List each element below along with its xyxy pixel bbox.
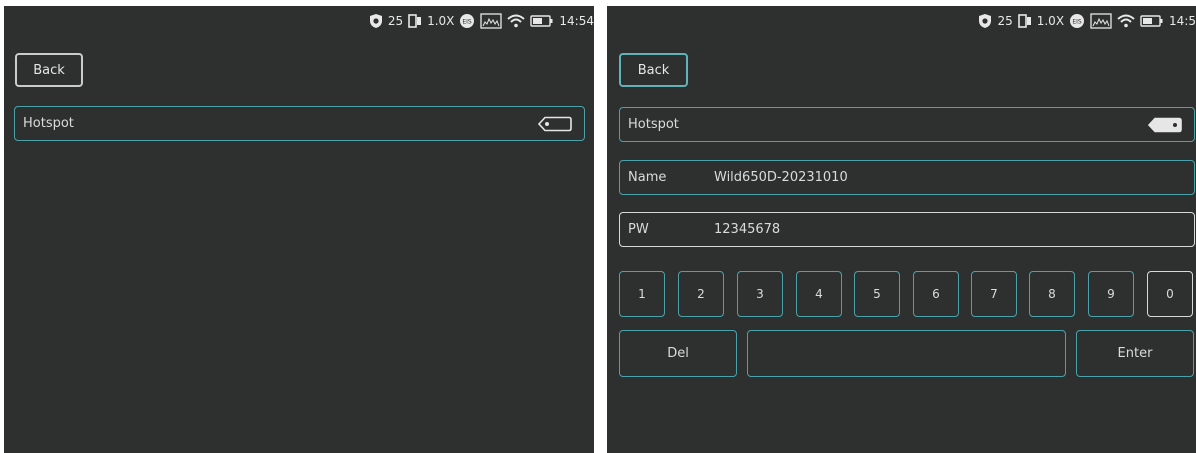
key-5[interactable]: 5	[854, 271, 900, 317]
password-label: PW	[628, 222, 649, 237]
zoom-level: 1.0X	[1036, 14, 1065, 28]
battery-level: 25	[387, 14, 404, 28]
key-8[interactable]: 8	[1029, 271, 1075, 317]
hotspot-label: Hotspot	[628, 117, 679, 132]
shield-icon	[369, 14, 382, 28]
hotspot-screen-on: 25 1.0X EIS 14:5 Back Hotspot Name Wild6…	[607, 6, 1196, 453]
key-2[interactable]: 2	[678, 271, 724, 317]
histogram-icon	[480, 13, 503, 29]
hotspot-toggle-on-icon[interactable]	[1148, 117, 1182, 133]
lamp-icon	[1017, 14, 1031, 28]
hotspot-row[interactable]: Hotspot	[619, 107, 1195, 142]
battery-icon	[530, 15, 553, 27]
battery-level: 25	[997, 14, 1013, 28]
key-6[interactable]: 6	[913, 271, 959, 317]
back-button[interactable]: Back	[619, 53, 688, 87]
back-button[interactable]: Back	[15, 53, 83, 87]
svg-text:EIS: EIS	[1072, 19, 1082, 26]
histogram-icon	[1090, 13, 1112, 29]
key-7[interactable]: 7	[971, 271, 1017, 317]
key-1[interactable]: 1	[619, 271, 665, 317]
name-label: Name	[628, 170, 667, 185]
shield-icon	[979, 14, 992, 28]
zoom-level: 1.0X	[427, 14, 455, 28]
eis-icon: EIS	[460, 14, 475, 28]
hotspot-screen-off: 25 1.0X EIS 14:54 Back Hotspot	[4, 6, 594, 453]
password-field[interactable]: PW 12345678	[619, 212, 1195, 247]
name-field[interactable]: Name Wild650D-20231010	[619, 160, 1195, 195]
status-bar: 25 1.0X EIS 14:54	[369, 10, 594, 32]
key-3[interactable]: 3	[737, 271, 783, 317]
svg-text:EIS: EIS	[463, 19, 473, 26]
name-value: Wild650D-20231010	[714, 170, 848, 185]
lamp-icon	[408, 14, 422, 28]
hotspot-label: Hotspot	[23, 116, 74, 131]
hotspot-toggle-off-icon[interactable]	[538, 116, 572, 132]
clock: 14:54	[559, 14, 594, 28]
clock: 14:5	[1169, 14, 1196, 28]
key-4[interactable]: 4	[796, 271, 842, 317]
key-0[interactable]: 0	[1147, 271, 1193, 317]
wifi-icon	[1117, 14, 1135, 28]
password-value: 12345678	[714, 222, 781, 237]
eis-icon: EIS	[1070, 14, 1085, 28]
status-bar: 25 1.0X EIS 14:5	[978, 10, 1196, 32]
space-button[interactable]	[747, 330, 1066, 377]
hotspot-row[interactable]: Hotspot	[14, 106, 585, 141]
wifi-icon	[507, 14, 526, 28]
delete-button[interactable]: Del	[619, 330, 737, 377]
key-9[interactable]: 9	[1088, 271, 1134, 317]
enter-button[interactable]: Enter	[1076, 330, 1194, 377]
battery-icon	[1140, 15, 1163, 27]
